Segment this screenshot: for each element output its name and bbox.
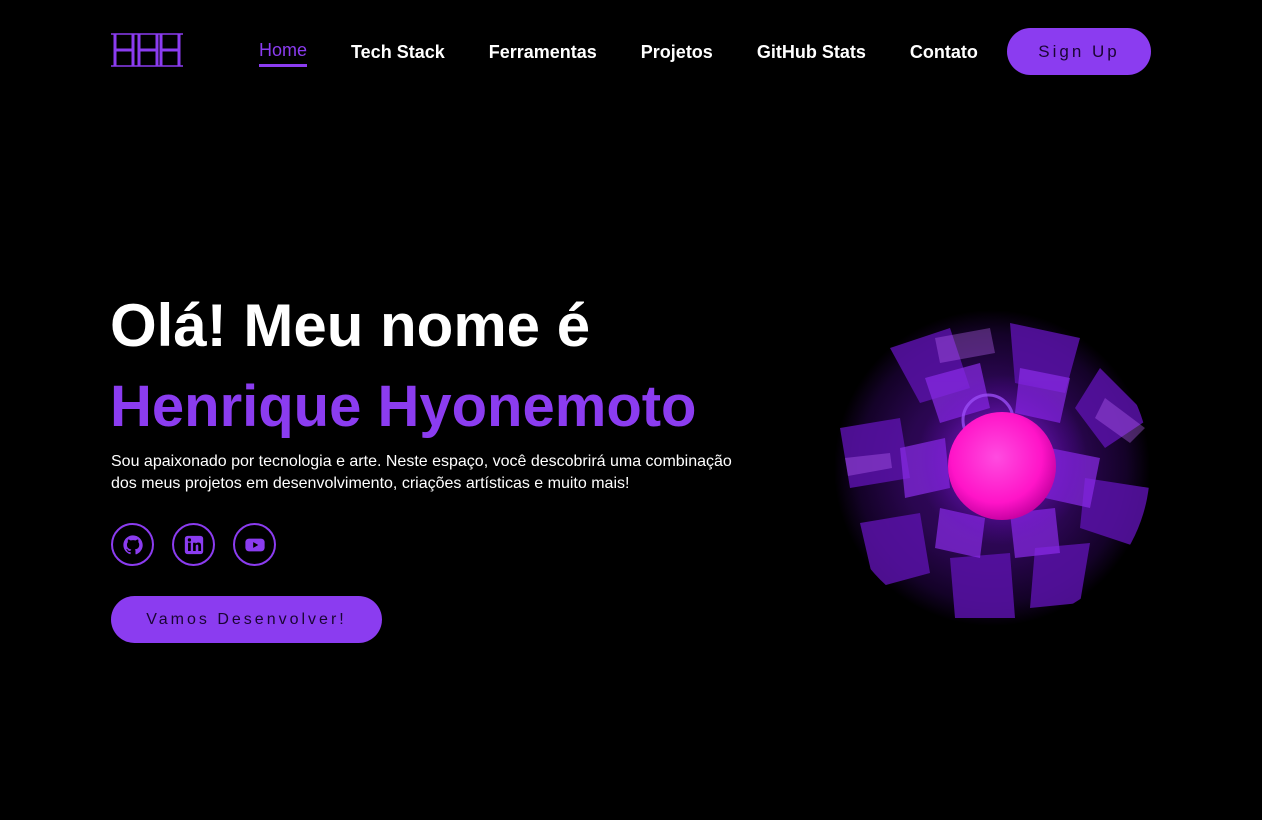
page: Home Tech Stack Ferramentas Projetos Git…: [0, 0, 1262, 820]
nav-item-tech-stack[interactable]: Tech Stack: [351, 42, 445, 66]
cta-button[interactable]: Vamos Desenvolver!: [111, 596, 382, 643]
youtube-link[interactable]: [233, 523, 276, 566]
hero-description: Sou apaixonado por tecnologia e arte. Ne…: [111, 453, 732, 492]
logo[interactable]: [111, 30, 183, 70]
nav-item-home[interactable]: Home: [259, 40, 308, 67]
nav-item-github-stats[interactable]: GitHub Stats: [757, 42, 866, 66]
nav-item-contato[interactable]: Contato: [910, 42, 978, 66]
linkedin-link[interactable]: [172, 523, 215, 566]
github-link[interactable]: [111, 523, 154, 566]
linkedin-icon: [184, 535, 203, 554]
hero-greeting: Olá! Meu nome é: [110, 292, 591, 359]
nav-item-ferramentas[interactable]: Ferramentas: [489, 42, 597, 66]
youtube-icon: [244, 538, 265, 551]
nav-item-projetos[interactable]: Projetos: [641, 42, 713, 66]
hero-orb-image: [834, 310, 1150, 626]
social-links: [111, 523, 294, 566]
hero-name: Henrique Hyonemoto: [110, 374, 697, 439]
main-nav: Home Tech Stack Ferramentas Projetos Git…: [259, 40, 1022, 67]
github-icon: [122, 534, 143, 554]
signup-button[interactable]: Sign Up: [1007, 28, 1151, 75]
